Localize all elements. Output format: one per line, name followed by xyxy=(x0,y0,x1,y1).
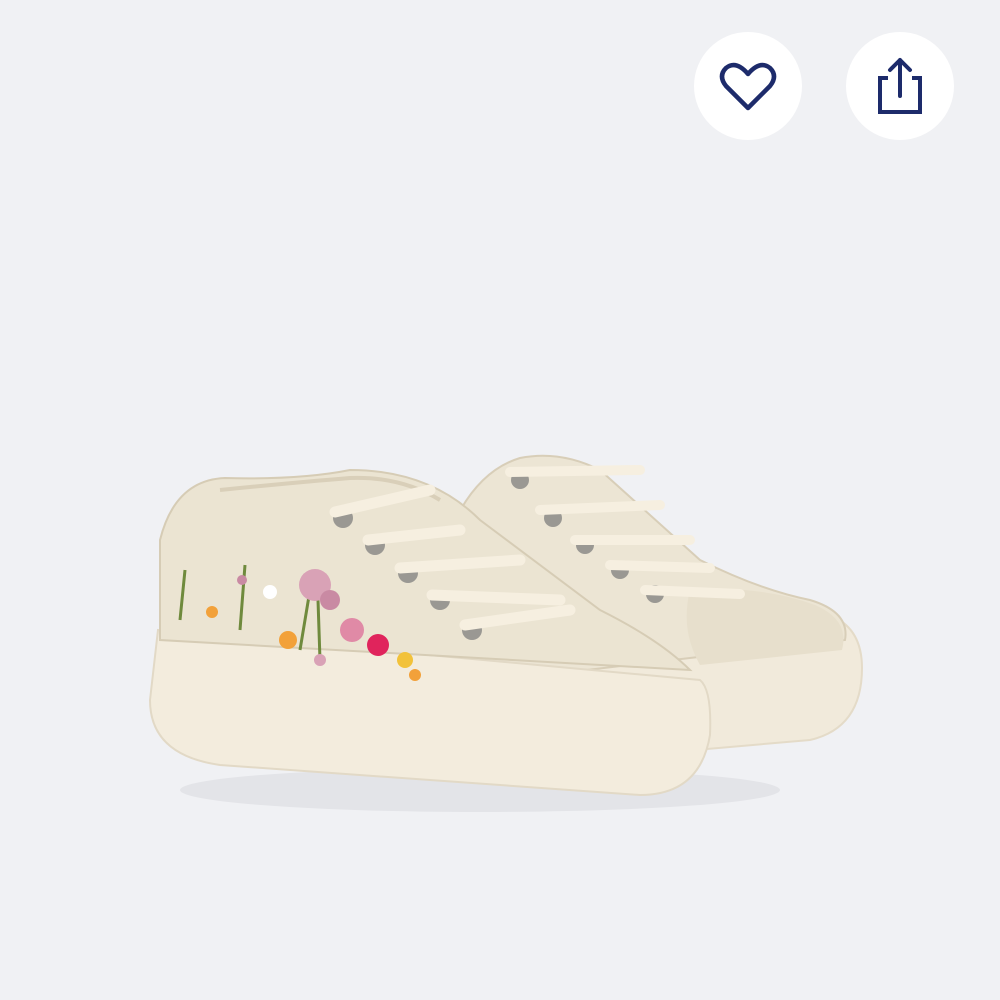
wishlist-button[interactable] xyxy=(694,32,802,140)
heart-icon xyxy=(719,62,777,111)
product-gallery xyxy=(0,0,1000,1000)
product-image[interactable] xyxy=(0,0,1000,1000)
share-icon xyxy=(878,58,922,114)
share-button[interactable] xyxy=(846,32,954,140)
